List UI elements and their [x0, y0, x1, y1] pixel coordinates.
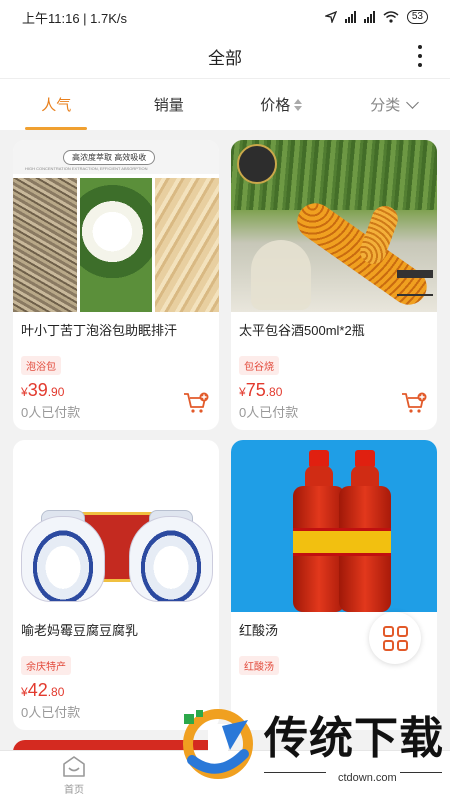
status-bar: 上午11:16 | 1.7K/s 53	[0, 0, 450, 34]
add-to-cart-icon[interactable]	[401, 392, 427, 414]
nav-home-label: 首页	[64, 785, 84, 796]
page-title: 全部	[208, 48, 242, 68]
product-card[interactable]: 红酸汤 红酸汤	[231, 440, 437, 730]
product-card[interactable]: 高浓度萃取 高效吸收 HIGH CONCENTRATION EXTRACTION…	[13, 140, 219, 430]
watermark-divider	[264, 772, 326, 773]
grid-cell-icon	[396, 639, 408, 651]
tab-label: 分类	[370, 97, 401, 114]
product-name: 太平包谷酒500ml*2瓶	[239, 323, 365, 338]
house-illustration	[397, 270, 433, 296]
tab-popularity[interactable]: 人气	[0, 79, 113, 130]
herb-photo-2	[80, 178, 152, 312]
watermark-text: 传统下载	[264, 714, 444, 763]
status-icons: 53	[324, 10, 428, 24]
tab-category[interactable]: 分类	[338, 79, 450, 130]
product-tag: 余庆特产	[21, 656, 71, 675]
signal-icon	[344, 11, 356, 23]
product-price: ¥42.80	[21, 680, 64, 701]
product-image: 高浓度萃取 高效吸收 HIGH CONCENTRATION EXTRACTION…	[13, 140, 219, 312]
grid-cell-icon	[396, 625, 408, 637]
more-dot-icon	[418, 63, 422, 67]
sauce-bottle	[293, 450, 345, 612]
herb-photo-3	[155, 178, 219, 312]
price-currency: ¥	[21, 685, 28, 699]
nav-home[interactable]: 首页	[52, 755, 96, 799]
product-price: ¥75.80	[239, 380, 282, 401]
product-name: 红酸汤	[239, 623, 279, 638]
watermark-logo-icon	[183, 709, 253, 779]
brand-logo-icon	[237, 144, 277, 184]
location-icon	[324, 11, 337, 23]
more-dot-icon	[418, 54, 422, 58]
product-image	[231, 140, 437, 312]
price-integer: 75	[245, 380, 266, 400]
price-integer: 39	[27, 380, 48, 400]
product-tag: 泡浴包	[21, 356, 61, 375]
product-tag: 红酸汤	[239, 656, 279, 675]
product-card[interactable]: 太平包谷酒500ml*2瓶 包谷烧 ¥75.80 0人已付款	[231, 140, 437, 430]
wifi-icon	[383, 11, 399, 23]
grid-cell-icon	[382, 639, 394, 651]
price-currency: ¥	[21, 385, 28, 399]
image-badge-text: 高浓度萃取 高效吸收	[63, 150, 156, 165]
title-bar: 全部	[0, 34, 450, 78]
watermark-url: ctdown.com	[338, 772, 397, 784]
product-image	[231, 440, 437, 612]
price-currency: ¥	[239, 385, 246, 399]
sold-count: 0人已付款	[21, 705, 81, 720]
product-price: ¥39.90	[21, 380, 64, 401]
porcelain-jar	[129, 516, 213, 602]
add-to-cart-icon[interactable]	[183, 392, 209, 414]
watermark-divider	[400, 772, 442, 773]
porcelain-jar	[21, 516, 105, 602]
sold-count: 0人已付款	[21, 405, 81, 420]
product-image	[13, 440, 219, 612]
image-banner: 高浓度萃取 高效吸收 HIGH CONCENTRATION EXTRACTION…	[13, 140, 219, 174]
price-decimal: .90	[47, 385, 65, 399]
chevron-down-icon	[406, 95, 420, 109]
tab-label: 销量	[153, 97, 184, 114]
signal-icon-2	[363, 11, 375, 23]
price-decimal: .80	[47, 685, 65, 699]
corn-husk	[251, 240, 311, 310]
status-time: 上午11:16 | 1.7K/s	[22, 10, 128, 26]
grid-cell-icon	[382, 625, 394, 637]
product-name: 叶小丁苦丁泡浴包助眠排汗	[21, 323, 178, 338]
image-sub-text: HIGH CONCENTRATION EXTRACTION, EFFICIENT…	[25, 166, 148, 171]
sort-arrows-icon	[294, 98, 303, 111]
more-options-button[interactable]	[414, 42, 426, 70]
home-icon	[63, 756, 85, 777]
herb-photo-1	[13, 178, 77, 312]
grid-view-button[interactable]	[369, 612, 421, 664]
tab-price[interactable]: 价格	[225, 79, 338, 130]
product-name: 喻老妈霉豆腐豆腐乳	[21, 623, 139, 638]
tab-sales[interactable]: 销量	[113, 79, 226, 130]
product-card[interactable]: 喻老妈霉豆腐豆腐乳 余庆特产 ¥42.80 0人已付款	[13, 440, 219, 730]
battery-icon: 53	[406, 10, 428, 24]
price-integer: 42	[27, 680, 48, 700]
product-tag: 包谷烧	[239, 356, 279, 375]
sauce-bottle	[339, 450, 391, 612]
price-decimal: .80	[265, 385, 283, 399]
watermark: 传统下载 ctdown.com	[178, 700, 450, 800]
sold-count: 0人已付款	[239, 405, 299, 420]
tab-label: 人气	[41, 97, 72, 114]
tab-label: 价格	[260, 97, 291, 114]
more-dot-icon	[418, 45, 422, 49]
sort-tabs: 人气 销量 价格 分类	[0, 78, 450, 130]
